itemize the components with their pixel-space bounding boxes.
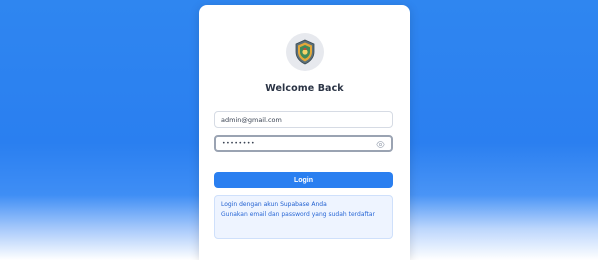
eye-icon[interactable] — [376, 140, 385, 149]
background-right-panel — [410, 0, 598, 260]
password-field[interactable]: •••••••• — [214, 135, 393, 152]
email-field[interactable]: admin@gmail.com — [214, 111, 393, 128]
page-title: Welcome Back — [265, 83, 344, 94]
info-text: Gunakan email dan password yang sudah te… — [221, 211, 375, 218]
email-value: admin@gmail.com — [221, 115, 282, 124]
password-value: •••••••• — [222, 140, 256, 147]
info-title: Login dengan akun Supabase Anda — [221, 201, 327, 208]
login-card: Welcome Back admin@gmail.com •••••••• Lo… — [199, 5, 410, 260]
info-box: Login dengan akun Supabase Anda Gunakan … — [214, 195, 393, 239]
emblem-logo-icon — [295, 39, 315, 65]
login-button[interactable]: Login — [214, 172, 393, 188]
emblem-logo — [286, 33, 324, 71]
